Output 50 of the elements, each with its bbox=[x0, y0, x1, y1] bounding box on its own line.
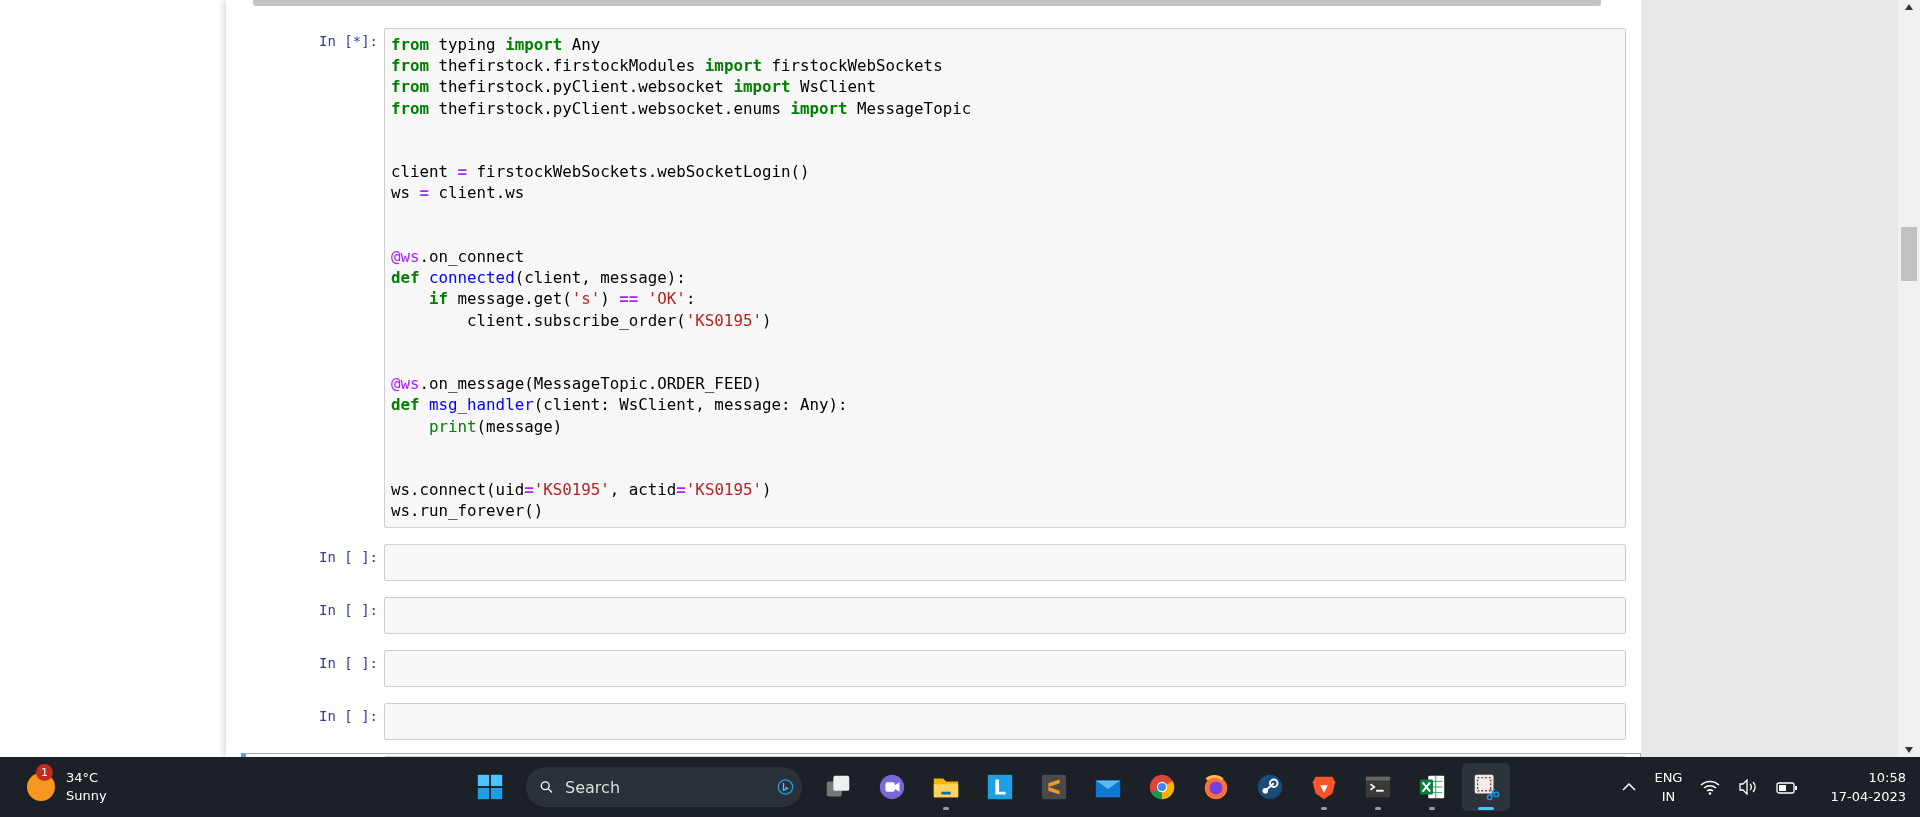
code-input[interactable] bbox=[384, 702, 1626, 740]
code-line: client = firstockWebSockets.webSocketLogin() bbox=[391, 161, 811, 183]
code-line: if message.get('s') == 'OK': bbox=[428, 288, 697, 310]
sublime-icon bbox=[1039, 772, 1069, 802]
cell-prompt: In [ ]: bbox=[318, 653, 379, 671]
code-line: @ws.on_message(MessageTopic.ORDER_FEED) bbox=[391, 373, 763, 395]
chrome-icon bbox=[1147, 772, 1177, 802]
letter-tile-icon bbox=[985, 772, 1015, 802]
code-line: from thefirstock.pyClient.websocket.enums import MessageTopic bbox=[391, 97, 973, 119]
code-line: @ws.on_connect bbox=[391, 246, 526, 268]
video-chat-icon bbox=[877, 772, 907, 802]
code-line: ws = client.ws bbox=[391, 182, 526, 204]
notebook-cell[interactable]: In [ ]: bbox=[241, 540, 1641, 584]
code-line: def connected(client, message): bbox=[391, 267, 687, 289]
notebook-cell[interactable]: In [ ]: bbox=[241, 646, 1641, 690]
chevron-up-icon[interactable] bbox=[1622, 783, 1637, 791]
cell-prompt: In [ ]: bbox=[318, 547, 379, 565]
output-scrollbar[interactable] bbox=[253, 0, 1601, 6]
cell-prompt: In [ ]: bbox=[318, 600, 379, 618]
code-line: from thefirstock.pyClient.websocket import WsClient bbox=[391, 76, 878, 98]
code-line: from typing import Any bbox=[391, 34, 602, 56]
cell-prompt: In [ ]: bbox=[318, 706, 379, 724]
code-line: ws.connect(uid='KS0195', actid='KS0195') bbox=[391, 479, 773, 501]
cell-prompt: In [*]: bbox=[318, 32, 379, 49]
notification-badge: 1 bbox=[36, 764, 53, 781]
steam-icon bbox=[1255, 772, 1285, 802]
clock[interactable]: 10:58 17-04-2023 bbox=[1830, 768, 1906, 806]
scroll-down-icon[interactable] bbox=[1905, 747, 1913, 753]
notebook-cell[interactable]: In [ ]: bbox=[241, 699, 1641, 743]
code-line: print(message) bbox=[428, 415, 564, 437]
notebook-cell[interactable]: In [ ]: bbox=[241, 593, 1641, 637]
code-line: from thefirstock.firstockModules import firstockWebSockets bbox=[391, 55, 944, 77]
taskbar-app[interactable] bbox=[1462, 763, 1510, 811]
code-input[interactable] bbox=[384, 596, 1626, 634]
code-line: client.subscribe_order('KS0195') bbox=[466, 309, 773, 331]
weather-condition: Sunny bbox=[66, 787, 107, 805]
search-field[interactable]: Search bbox=[563, 776, 768, 798]
code-input[interactable] bbox=[384, 543, 1626, 581]
windows-icon bbox=[475, 772, 505, 802]
temperature-text: 34°C bbox=[66, 769, 100, 787]
speaker-icon[interactable] bbox=[1738, 779, 1759, 795]
wifi-icon[interactable] bbox=[1700, 779, 1721, 795]
code-line: ws.run_forever() bbox=[391, 500, 545, 522]
scrollbar-thumb[interactable] bbox=[1901, 226, 1917, 281]
battery-icon[interactable] bbox=[1776, 779, 1799, 795]
search-bar[interactable]: Search bbox=[526, 767, 802, 807]
language-indicator[interactable]: ENG IN bbox=[1654, 768, 1683, 806]
code-line: def msg_handler(client: WsClient, message: Any): bbox=[391, 394, 849, 416]
code-input[interactable] bbox=[384, 649, 1626, 687]
scroll-up-icon[interactable] bbox=[1905, 4, 1913, 10]
